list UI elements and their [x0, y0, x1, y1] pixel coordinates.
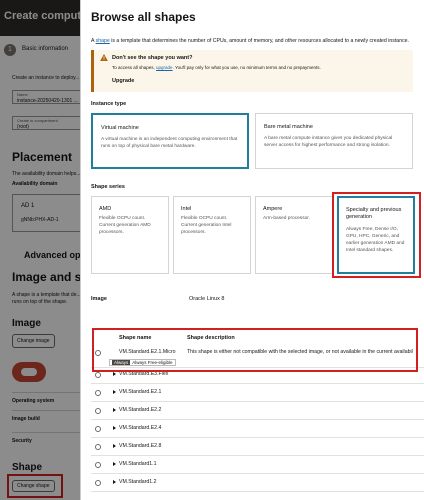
- intro-prefix: A: [91, 38, 95, 44]
- expand-caret-icon[interactable]: [113, 372, 116, 376]
- shape-series-amd[interactable]: AMD Flexible OCPU count. Current generat…: [91, 196, 169, 274]
- card-title: Ampere: [263, 206, 283, 212]
- expand-caret-icon[interactable]: [113, 426, 116, 430]
- image-row-label: Image: [91, 296, 107, 302]
- warning-icon: [100, 54, 108, 61]
- card-title: Bare metal machine: [264, 124, 313, 130]
- upgrade-link[interactable]: upgrade: [156, 65, 173, 70]
- table-row[interactable]: VM.Standard1.2: [91, 476, 424, 492]
- browse-shapes-panel: Browse all shapes A shape is a template …: [80, 0, 424, 500]
- card-description: Flexible OCPU count. Current generation …: [99, 216, 151, 235]
- shape-name: VM.Standard.E2.4: [119, 425, 162, 431]
- instance-type-label: Instance type: [91, 101, 127, 107]
- notice-body: To access all shapes, upgrade. You'll pa…: [112, 65, 321, 70]
- table-row[interactable]: VM.Standard.E2.1: [91, 386, 424, 402]
- card-title: Virtual machine: [101, 125, 139, 131]
- instance-type-bare-metal[interactable]: Bare metal machine A bare metal compute …: [255, 113, 413, 169]
- shape-series-ampere[interactable]: Ampere Arm-based processor.: [255, 196, 333, 274]
- expand-caret-icon[interactable]: [113, 408, 116, 412]
- row-radio[interactable]: [95, 372, 101, 378]
- upgrade-action[interactable]: Upgrade: [112, 78, 134, 84]
- row-radio[interactable]: [95, 390, 101, 396]
- shape-link[interactable]: shape: [96, 38, 110, 44]
- row-radio[interactable]: [95, 462, 101, 468]
- shape-name: VM.Standard.E2.8: [119, 443, 162, 449]
- shape-series-label: Shape series: [91, 184, 125, 190]
- row-radio[interactable]: [95, 426, 101, 432]
- panel-title: Browse all shapes: [91, 10, 196, 24]
- intro-rest: is a template that determines the number…: [111, 38, 409, 44]
- table-row[interactable]: VM.Standard.E2.4: [91, 422, 424, 438]
- card-title: AMD: [99, 206, 112, 212]
- highlight-box: [92, 328, 418, 372]
- notice-title: Don't see the shape you want?: [112, 55, 193, 61]
- row-radio[interactable]: [95, 408, 101, 414]
- modal-overlay[interactable]: [0, 0, 90, 500]
- card-title: Intel: [181, 206, 192, 212]
- shape-name: VM.Standard1.2: [119, 479, 157, 485]
- image-row: Image Oracle Linux 8: [91, 296, 411, 304]
- image-row-value: Oracle Linux 8: [189, 296, 225, 302]
- card-description: A bare metal compute instance gives you …: [264, 136, 393, 148]
- notice-body-rest: . You'll pay only for what you use, no m…: [172, 65, 321, 70]
- expand-caret-icon[interactable]: [113, 390, 116, 394]
- row-radio[interactable]: [95, 444, 101, 450]
- table-row[interactable]: VM.Standard1.1: [91, 458, 424, 474]
- card-description: A virtual machine is an independent comp…: [101, 137, 238, 149]
- table-row[interactable]: VM.Standard.E2.2: [91, 404, 424, 420]
- instance-type-virtual-machine[interactable]: Virtual machine A virtual machine is an …: [91, 113, 249, 169]
- panel-intro: A shape is a template that determines th…: [91, 38, 409, 44]
- card-description: Arm-based processor.: [263, 216, 310, 221]
- card-description: Flexible OCPU count. Current generation …: [181, 216, 232, 235]
- expand-caret-icon[interactable]: [113, 444, 116, 448]
- highlight-box: [332, 192, 421, 278]
- shape-name: VM.Standard.E2.2: [119, 407, 162, 413]
- shape-name: VM.Standard.E2.1: [119, 389, 162, 395]
- row-radio[interactable]: [95, 480, 101, 486]
- notice-body-prefix: To access all shapes,: [112, 65, 155, 70]
- shape-series-intel[interactable]: Intel Flexible OCPU count. Current gener…: [173, 196, 251, 274]
- expand-caret-icon[interactable]: [113, 462, 116, 466]
- shape-name: VM.Standard1.1: [119, 461, 157, 467]
- upgrade-notice: Don't see the shape you want? To access …: [91, 50, 413, 92]
- table-row[interactable]: VM.Standard.E2.8: [91, 440, 424, 456]
- background-page: Create compute 1 Basic information Creat…: [0, 0, 90, 500]
- expand-caret-icon[interactable]: [113, 480, 116, 484]
